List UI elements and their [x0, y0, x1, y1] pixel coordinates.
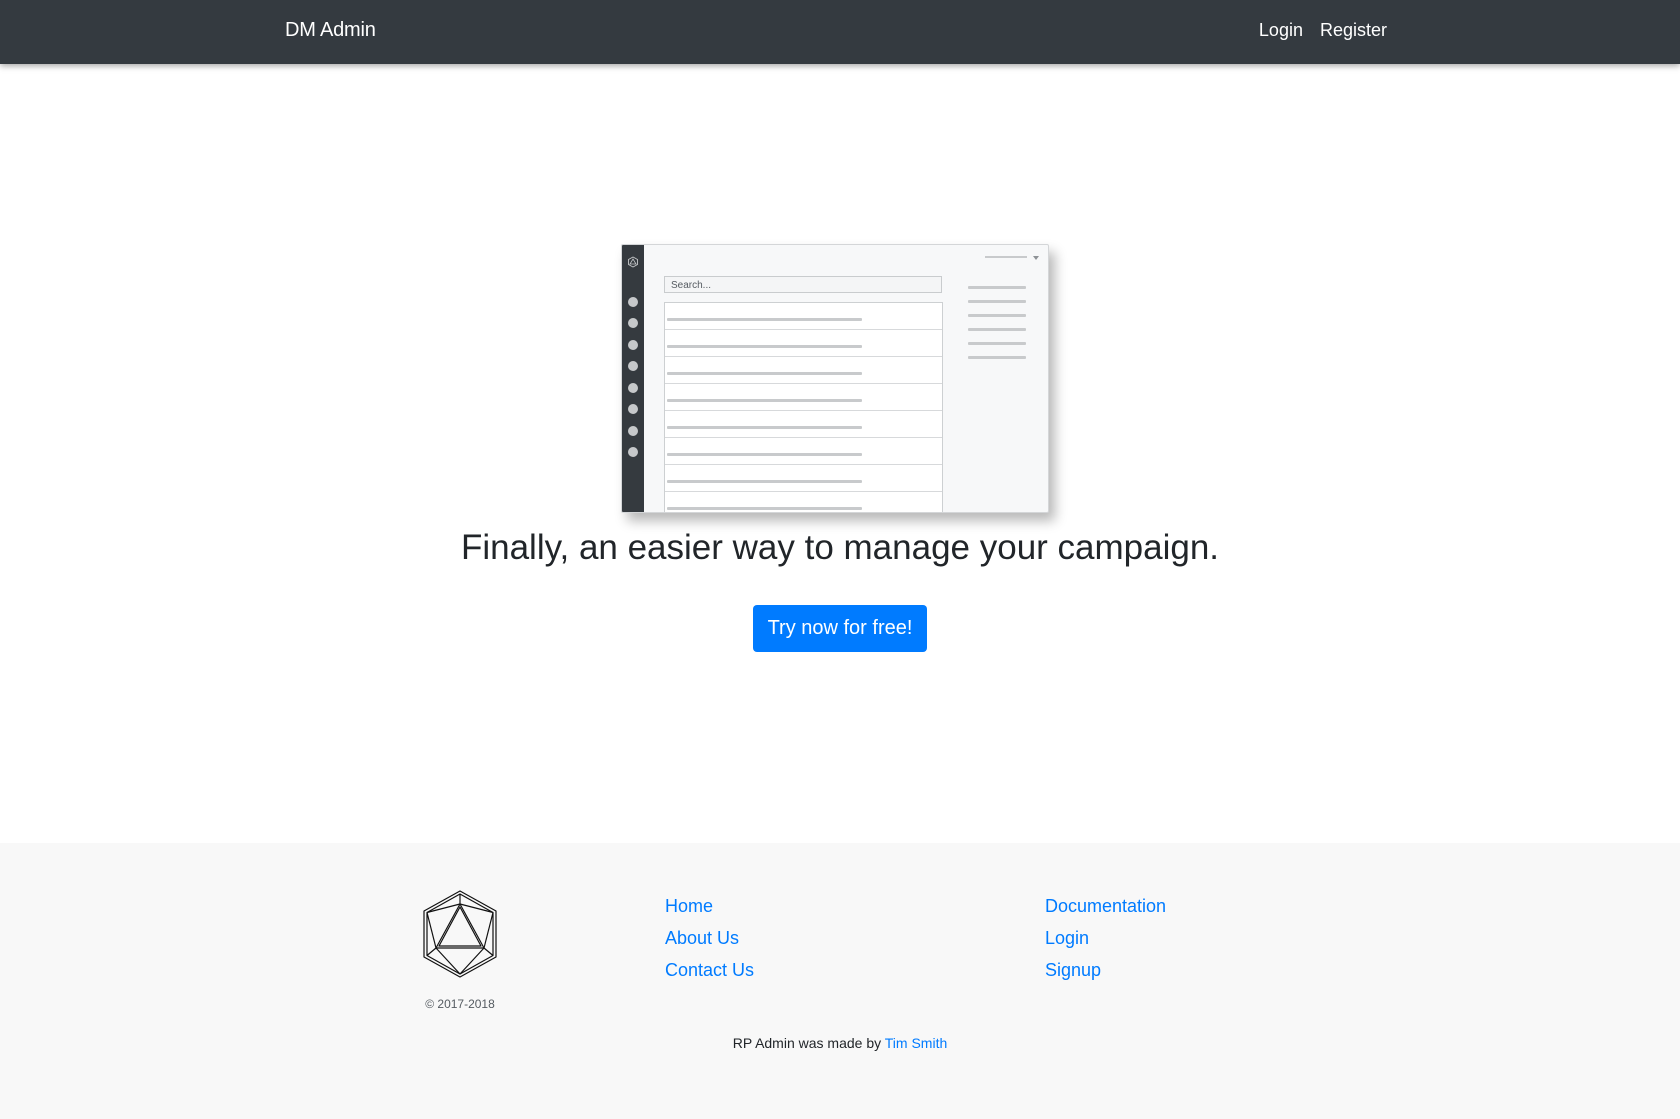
preview-list-row [665, 303, 942, 330]
preview-nav-dot [628, 318, 638, 328]
preview-list-row [665, 411, 942, 438]
preview-sidebar [622, 245, 644, 512]
preview-side-line [968, 300, 1026, 303]
footer-signup-link[interactable]: Signup [1045, 959, 1166, 981]
preview-side-line [968, 314, 1026, 317]
nav-links: Login Register [1259, 20, 1387, 41]
preview-list-row [665, 438, 942, 465]
preview-nav-dot [628, 297, 638, 307]
preview-nav-dot [628, 383, 638, 393]
preview-list-row [665, 330, 942, 357]
d20-icon [628, 256, 638, 268]
author-link[interactable]: Tim Smith [885, 1035, 947, 1051]
preview-side-line [968, 356, 1026, 359]
copyright-text: © 2017-2018 [425, 997, 495, 1011]
preview-nav-dot [628, 447, 638, 457]
app-preview-image: Search... [621, 244, 1049, 513]
preview-search-box: Search... [664, 276, 942, 293]
preview-nav-dot [628, 404, 638, 414]
d20-logo-icon [423, 890, 497, 978]
footer: © 2017-2018 Home About Us Contact Us Doc… [0, 843, 1680, 1119]
credits-text: RP Admin was made by [732, 1035, 882, 1051]
preview-nav-dot [628, 340, 638, 350]
preview-user-menu [985, 256, 1027, 258]
preview-nav-dot [628, 361, 638, 371]
footer-links-column: Documentation Login Signup [1045, 895, 1166, 981]
preview-nav-dot [628, 426, 638, 436]
caret-down-icon [1033, 256, 1039, 260]
footer-contact-link[interactable]: Contact Us [665, 959, 754, 981]
nav-register-link[interactable]: Register [1320, 20, 1387, 41]
credits-line: RP Admin was made by Tim Smith [0, 1035, 1680, 1051]
try-free-button[interactable]: Try now for free! [753, 605, 927, 652]
footer-home-link[interactable]: Home [665, 895, 754, 917]
preview-list [664, 302, 943, 512]
preview-list-row [665, 465, 942, 492]
hero-headline: Finally, an easier way to manage your ca… [460, 528, 1220, 567]
footer-docs-link[interactable]: Documentation [1045, 895, 1166, 917]
footer-login-link[interactable]: Login [1045, 927, 1166, 949]
preview-side-line [968, 328, 1026, 331]
preview-list-row [665, 492, 942, 512]
preview-side-line [968, 286, 1026, 289]
top-navbar: DM Admin Login Register [0, 0, 1680, 64]
footer-links-column: Home About Us Contact Us [665, 895, 754, 981]
preview-side-line [968, 342, 1026, 345]
preview-list-row [665, 357, 942, 384]
footer-about-link[interactable]: About Us [665, 927, 754, 949]
brand-link[interactable]: DM Admin [285, 19, 376, 42]
preview-list-row [665, 384, 942, 411]
nav-login-link[interactable]: Login [1259, 20, 1303, 41]
